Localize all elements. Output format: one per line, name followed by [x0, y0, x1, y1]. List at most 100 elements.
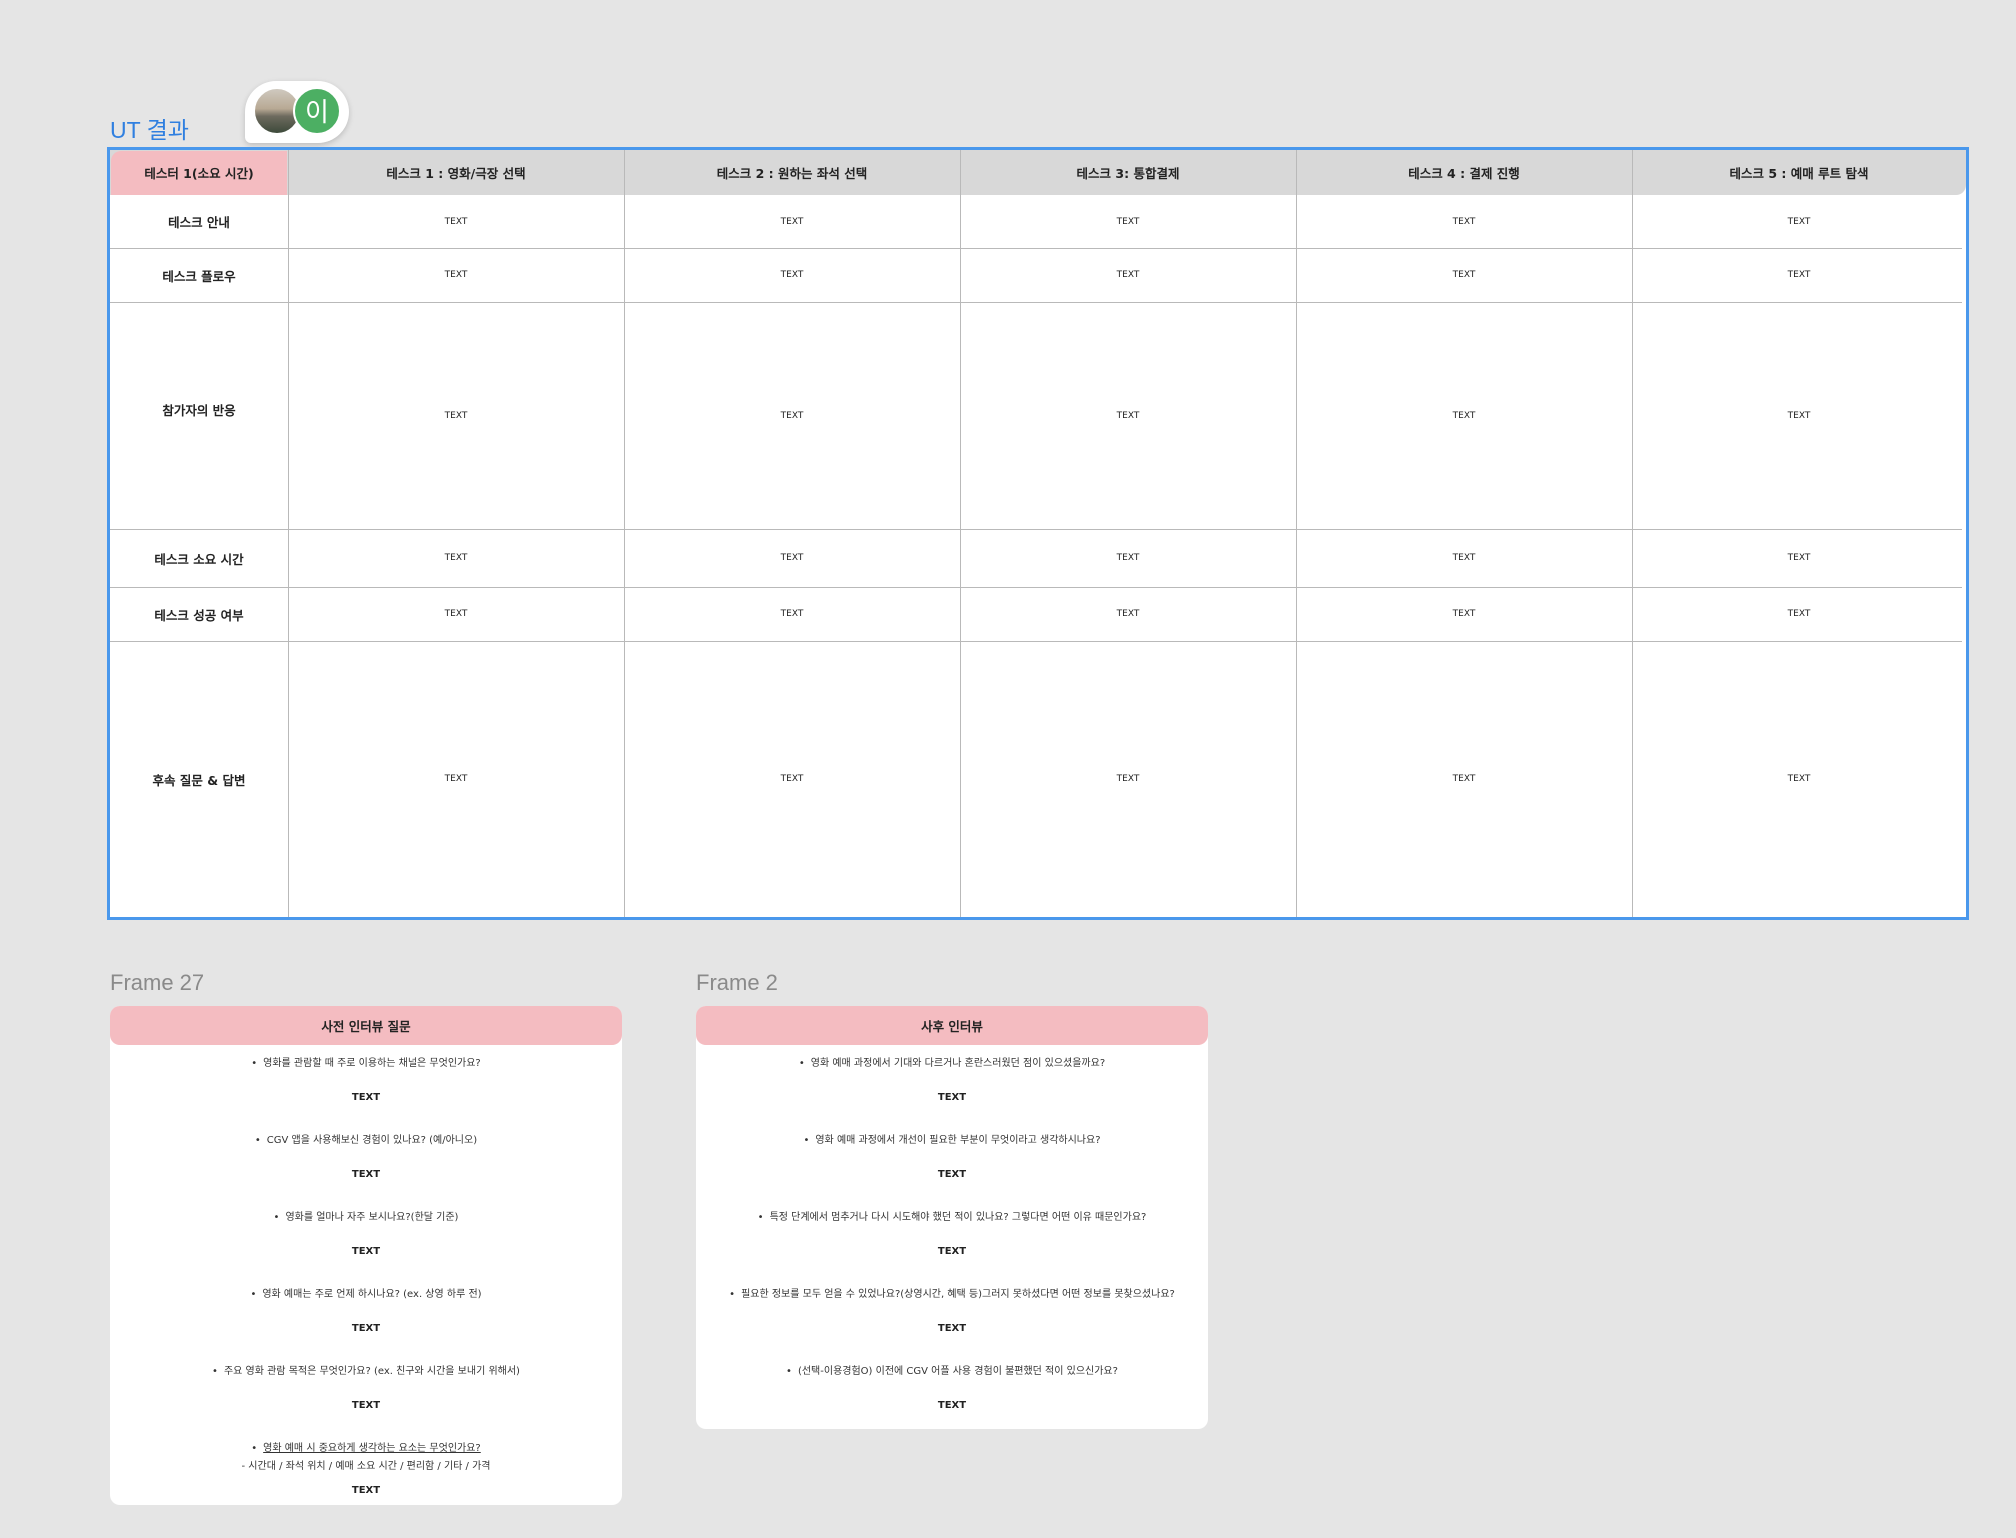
- interview-question: • 영화를 얼마나 자주 보시나요?(한달 기준): [110, 1208, 622, 1223]
- table-cell[interactable]: TEXT: [1632, 302, 1966, 529]
- row-divider: [110, 529, 1962, 530]
- table-cell[interactable]: TEXT: [1632, 195, 1966, 248]
- answer-text[interactable]: TEXT: [696, 1246, 1208, 1257]
- question-text: 특정 단계에서 멈추거나 다시 시도해야 했던 적이 있나요? 그렇다면 어떤 …: [769, 1212, 1147, 1223]
- answer-text[interactable]: TEXT: [110, 1092, 622, 1103]
- answer-text[interactable]: TEXT: [110, 1323, 622, 1334]
- table-cell[interactable]: TEXT: [624, 641, 960, 917]
- question-text: 영화를 얼마나 자주 보시나요?(한달 기준): [285, 1212, 459, 1223]
- answer-text[interactable]: TEXT: [110, 1400, 622, 1411]
- table-cell[interactable]: TEXT: [1296, 302, 1632, 529]
- column-divider: [624, 150, 625, 917]
- table-cell[interactable]: TEXT: [1632, 248, 1966, 302]
- table-cell[interactable]: TEXT: [288, 641, 624, 917]
- table-cell[interactable]: TEXT: [1296, 641, 1632, 917]
- question-text: 영화를 관람할 때 주로 이용하는 채널은 무엇인가요?: [263, 1058, 481, 1069]
- bullet-icon: •: [250, 1289, 257, 1300]
- header-task-2: 테스크 2 : 원하는 좌석 선택: [716, 166, 868, 181]
- table-cell[interactable]: TEXT: [1296, 195, 1632, 248]
- interview-question: • 영화 예매 시 중요하게 생각하는 요소는 무엇인가요? - 시간대 / 좌석 …: [110, 1439, 622, 1472]
- header-task-1: 테스크 1 : 영화/극장 선택: [386, 166, 526, 181]
- answer-text[interactable]: TEXT: [696, 1092, 1208, 1103]
- row-label: 테스크 안내: [168, 215, 230, 230]
- table-cell[interactable]: TEXT: [624, 587, 960, 641]
- interview-question: • 영화를 관람할 때 주로 이용하는 채널은 무엇인가요?: [110, 1054, 622, 1069]
- table-cell[interactable]: TEXT: [960, 302, 1296, 529]
- table-cell[interactable]: TEXT: [960, 248, 1296, 302]
- row-label: 테스크 소요 시간: [154, 551, 244, 567]
- question-text: 영화 예매는 주로 언제 하시나요? (ex. 상영 하루 전): [262, 1289, 482, 1300]
- question-text: (선택-이용경험O) 이전에 CGV 어플 사용 경험이 불편했던 적이 있으신…: [797, 1366, 1118, 1377]
- table-cell[interactable]: TEXT: [1296, 587, 1632, 641]
- bullet-icon: •: [251, 1443, 258, 1454]
- answer-text[interactable]: TEXT: [696, 1169, 1208, 1180]
- table-cell[interactable]: TEXT: [960, 195, 1296, 248]
- answer-text[interactable]: TEXT: [110, 1169, 622, 1180]
- table-cell[interactable]: TEXT: [960, 529, 1296, 587]
- question-text: 영화 예매 시 중요하게 생각하는 요소는 무엇인가요?: [263, 1443, 481, 1454]
- column-divider: [1632, 150, 1633, 917]
- question-subtext: - 시간대 / 좌석 위치 / 예매 소요 시간 / 편리함 / 기타 / 가격: [241, 1461, 491, 1472]
- table-cell[interactable]: TEXT: [624, 195, 960, 248]
- collaborator-avatars[interactable]: 이: [245, 81, 349, 143]
- row-divider: [110, 302, 1962, 303]
- row-divider: [110, 641, 1962, 642]
- table-cell[interactable]: TEXT: [1296, 529, 1632, 587]
- answer-text[interactable]: TEXT: [110, 1246, 622, 1257]
- table-cell[interactable]: TEXT: [960, 641, 1296, 917]
- answer-text[interactable]: TEXT: [696, 1400, 1208, 1411]
- post-interview-card[interactable]: 사후 인터뷰 • 영화 예매 과정에서 기대와 다르거나 혼란스러웠던 점이 있으…: [696, 1006, 1208, 1429]
- pre-interview-title: 사전 인터뷰 질문: [110, 1006, 622, 1045]
- table-cell[interactable]: TEXT: [1632, 641, 1966, 917]
- bullet-icon: •: [757, 1212, 764, 1223]
- table-cell[interactable]: TEXT: [288, 587, 624, 641]
- table-cell[interactable]: TEXT: [288, 529, 624, 587]
- frame2-label[interactable]: Frame 2: [696, 970, 778, 996]
- bullet-icon: •: [786, 1366, 792, 1377]
- pre-interview-card[interactable]: 사전 인터뷰 질문 • 영화를 관람할 때 주로 이용하는 채널은 무엇인가요? T…: [110, 1006, 622, 1505]
- row-label: 후속 질문 & 답변: [152, 772, 246, 788]
- post-interview-title: 사후 인터뷰: [696, 1006, 1208, 1045]
- row-label: 테스크 플로우: [162, 268, 236, 284]
- column-divider: [1296, 150, 1297, 917]
- row-divider: [110, 248, 1962, 249]
- question-text: 주요 영화 관람 목적은 무엇인가요? (ex. 친구와 시간을 보내기 위해서…: [223, 1366, 520, 1377]
- question-text: CGV 앱을 사용해보신 경험이 있나요? (예/아니오): [266, 1135, 478, 1146]
- avatar-initial[interactable]: 이: [293, 87, 341, 135]
- interview-question: • 영화 예매는 주로 언제 하시나요? (ex. 상영 하루 전): [110, 1285, 622, 1300]
- table-cell[interactable]: TEXT: [1296, 248, 1632, 302]
- interview-question: • 주요 영화 관람 목적은 무엇인가요? (ex. 친구와 시간을 보내기 위해…: [110, 1362, 622, 1377]
- table-cell[interactable]: TEXT: [1632, 587, 1966, 641]
- row-label: 참가자의 반응: [162, 402, 236, 418]
- interview-question: • 영화 예매 과정에서 기대와 다르거나 혼란스러웠던 점이 있으셨을까요?: [696, 1054, 1208, 1069]
- interview-question: • CGV 앱을 사용해보신 경험이 있나요? (예/아니오): [110, 1131, 622, 1146]
- table-cell[interactable]: TEXT: [624, 529, 960, 587]
- header-task-5: 테스크 5 : 예매 루트 탐색: [1729, 166, 1869, 181]
- table-cell[interactable]: TEXT: [288, 195, 624, 248]
- interview-question: • (선택-이용경험O) 이전에 CGV 어플 사용 경험이 불편했던 적이 있으…: [696, 1362, 1208, 1377]
- table-cell[interactable]: TEXT: [288, 302, 624, 529]
- bullet-icon: •: [273, 1212, 280, 1223]
- bullet-icon: •: [251, 1058, 258, 1069]
- table-cell[interactable]: TEXT: [624, 248, 960, 302]
- row-label: 테스크 성공 여부: [154, 607, 244, 623]
- header-task-3: 테스크 3: 통합결제: [1076, 166, 1180, 181]
- question-text: 필요한 정보를 모두 얻을 수 있었나요?(상영시간, 혜택 등)그러지 못하셨…: [741, 1289, 1175, 1300]
- question-text: 영화 예매 과정에서 기대와 다르거나 혼란스러웠던 점이 있으셨을까요?: [810, 1058, 1106, 1069]
- bullet-icon: •: [729, 1289, 736, 1300]
- table-cell[interactable]: TEXT: [1632, 529, 1966, 587]
- question-text: 영화 예매 과정에서 개선이 필요한 부분이 무엇이라고 생각하시나요?: [815, 1135, 1101, 1146]
- table-cell[interactable]: TEXT: [624, 302, 960, 529]
- bullet-icon: •: [212, 1366, 218, 1377]
- frame27-label[interactable]: Frame 27: [110, 970, 204, 996]
- bullet-icon: •: [798, 1058, 805, 1069]
- table-cell[interactable]: TEXT: [960, 587, 1296, 641]
- ut-frame-label[interactable]: UT 결과: [110, 111, 189, 145]
- answer-text[interactable]: TEXT: [110, 1485, 622, 1496]
- column-divider: [960, 150, 961, 917]
- ut-grid: 테스터 1(소요 시간) 테스크 1 : 영화/극장 선택 테스크 2 : 원하는 …: [110, 150, 1966, 917]
- row-divider: [110, 587, 1962, 588]
- table-cell[interactable]: TEXT: [288, 248, 624, 302]
- ut-results-table[interactable]: 테스터 1(소요 시간) 테스크 1 : 영화/극장 선택 테스크 2 : 원하는 …: [107, 147, 1969, 920]
- answer-text[interactable]: TEXT: [696, 1323, 1208, 1334]
